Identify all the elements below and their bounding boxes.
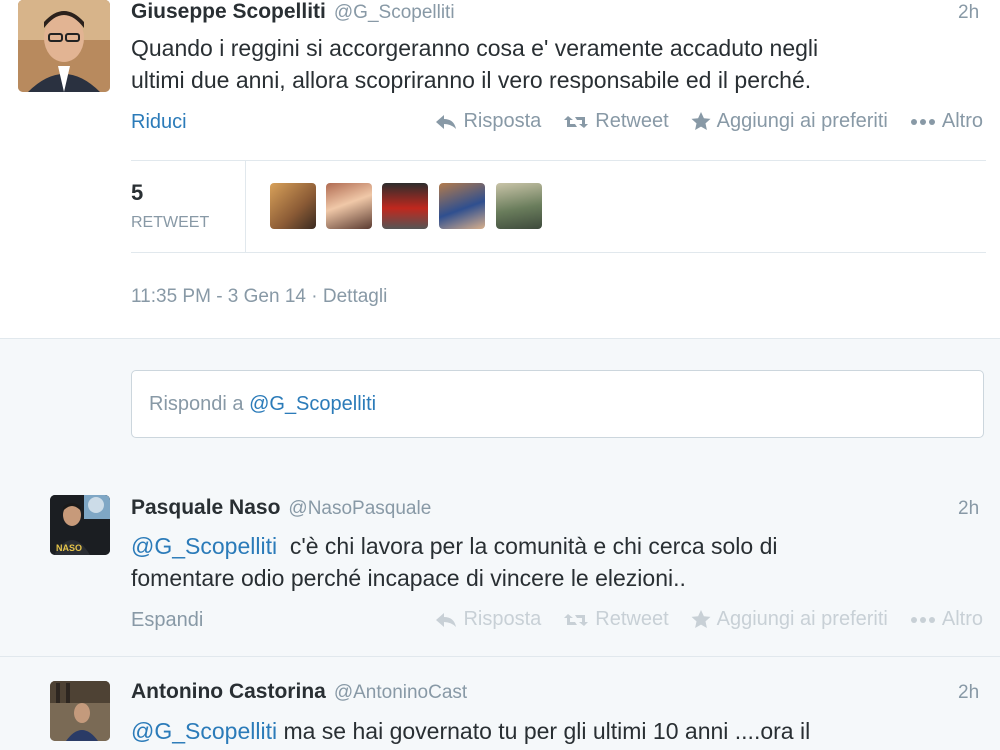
reply-actions: Risposta Retweet Aggiungi ai preferiti A… — [413, 608, 983, 631]
author-name[interactable]: Giuseppe Scopelliti — [131, 0, 326, 23]
avatar-pasquale[interactable]: NASO — [50, 495, 110, 555]
tweet-text-line: ultimi due anni, allora scopriranno il v… — [131, 67, 812, 93]
favorite-button[interactable]: Aggiungi ai preferiti — [691, 110, 888, 133]
favorite-button[interactable]: Aggiungi ai preferiti — [691, 608, 888, 631]
retweet-button[interactable]: Retweet — [563, 110, 669, 133]
retweeter-avatar[interactable] — [270, 183, 316, 229]
reply-tweet[interactable]: NASO Pasquale Naso @NasoPasquale 2h @G_Sc… — [0, 473, 1000, 657]
avatar-giuseppe[interactable] — [18, 0, 110, 92]
reply-label: Risposta — [463, 110, 542, 132]
reply-header: Antonino Castorina @AntoninoCast — [131, 680, 467, 704]
reply-mention-link[interactable]: @G_Scopelliti — [131, 533, 277, 559]
reply-placeholder: Rispondi a @G_Scopelliti — [149, 393, 376, 416]
reply-text: @G_Scopelliti c'è chi lavora per la comu… — [131, 530, 991, 594]
tweet-timestamp: 11:35 PM - 3 Gen 14 · Dettagli — [131, 286, 387, 308]
details-link[interactable]: Dettagli — [323, 286, 387, 307]
reply-area: Rispondi a @G_Scopelliti — [0, 338, 1000, 474]
main-tweet: Giuseppe Scopelliti @G_Scopelliti 2h Quan… — [0, 0, 1000, 338]
tweet-text-line: Quando i reggini si accorgeranno cosa e'… — [131, 35, 819, 61]
more-button[interactable]: Altro — [910, 608, 983, 631]
retweet-icon — [564, 613, 589, 626]
more-label: Altro — [941, 608, 983, 630]
reply-input[interactable]: Rispondi a @G_Scopelliti — [131, 370, 984, 438]
stats-divider-top — [131, 160, 986, 161]
expand-link[interactable]: Espandi — [131, 609, 203, 632]
reply-label: Risposta — [463, 608, 542, 630]
tweet-actions: Risposta Retweet Aggiungi ai preferiti A… — [413, 110, 983, 133]
retweeter-avatar[interactable] — [439, 183, 485, 229]
retweeter-avatar[interactable] — [496, 183, 542, 229]
reply-author-name[interactable]: Antonino Castorina — [131, 680, 326, 703]
reply-button[interactable]: Risposta — [435, 110, 541, 133]
stats-divider-bottom — [131, 252, 986, 253]
retweet-count-label: RETWEET — [131, 214, 210, 231]
retweet-icon — [564, 115, 589, 128]
stats-divider-vertical — [245, 161, 246, 252]
reply-prefix: Rispondi a — [149, 393, 244, 415]
reply-text: @G_Scopelliti ma se hai governato tu per… — [131, 715, 991, 747]
favorite-label: Aggiungi ai preferiti — [716, 110, 888, 132]
reply-mention: @G_Scopelliti — [249, 393, 377, 415]
retweeter-avatar[interactable] — [326, 183, 372, 229]
reply-tweet[interactable]: Antonino Castorina @AntoninoCast 2h @G_Sc… — [0, 657, 1000, 750]
tweet-time[interactable]: 2h — [958, 2, 979, 24]
favorite-label: Aggiungi ai preferiti — [716, 608, 888, 630]
reply-author-handle[interactable]: @NasoPasquale — [288, 498, 431, 519]
reply-author-name[interactable]: Pasquale Naso — [131, 496, 280, 519]
timestamp-separator: · — [311, 286, 318, 307]
reply-icon — [436, 114, 457, 129]
reply-header: Pasquale Naso @NasoPasquale — [131, 496, 431, 520]
retweet-label: Retweet — [595, 110, 669, 132]
more-dots-icon — [910, 616, 935, 623]
collapse-link[interactable]: Riduci — [131, 111, 187, 134]
more-button[interactable]: Altro — [910, 110, 983, 133]
retweet-count: 5 — [131, 180, 144, 205]
reply-button[interactable]: Risposta — [435, 608, 541, 631]
more-label: Altro — [941, 110, 983, 132]
author-handle[interactable]: @G_Scopelliti — [334, 2, 455, 23]
star-icon — [691, 610, 711, 628]
reply-author-handle[interactable]: @AntoninoCast — [334, 682, 467, 703]
retweet-stat[interactable]: 5 RETWEET — [131, 180, 209, 232]
reply-text-line: c'è chi lavora per la comunità e chi cer… — [277, 533, 778, 559]
star-icon — [691, 112, 711, 130]
reply-text-line: ma se hai governato tu per gli ultimi 10… — [277, 718, 811, 744]
tweet-text: Quando i reggini si accorgeranno cosa e'… — [131, 32, 991, 96]
retweeter-avatar[interactable] — [382, 183, 428, 229]
retweet-label: Retweet — [595, 608, 669, 630]
reply-text-line: fomentare odio perché incapace di vincer… — [131, 565, 686, 591]
reply-time[interactable]: 2h — [958, 498, 979, 520]
svg-text:NASO: NASO — [56, 543, 82, 553]
tweet-header: Giuseppe Scopelliti @G_Scopelliti — [131, 0, 455, 24]
avatar-antonino[interactable] — [50, 681, 110, 741]
timestamp-text[interactable]: 11:35 PM - 3 Gen 14 — [131, 286, 306, 307]
reply-icon — [436, 612, 457, 627]
more-dots-icon — [910, 118, 935, 125]
retweet-button[interactable]: Retweet — [563, 608, 669, 631]
reply-mention-link[interactable]: @G_Scopelliti — [131, 718, 277, 744]
reply-time[interactable]: 2h — [958, 682, 979, 704]
